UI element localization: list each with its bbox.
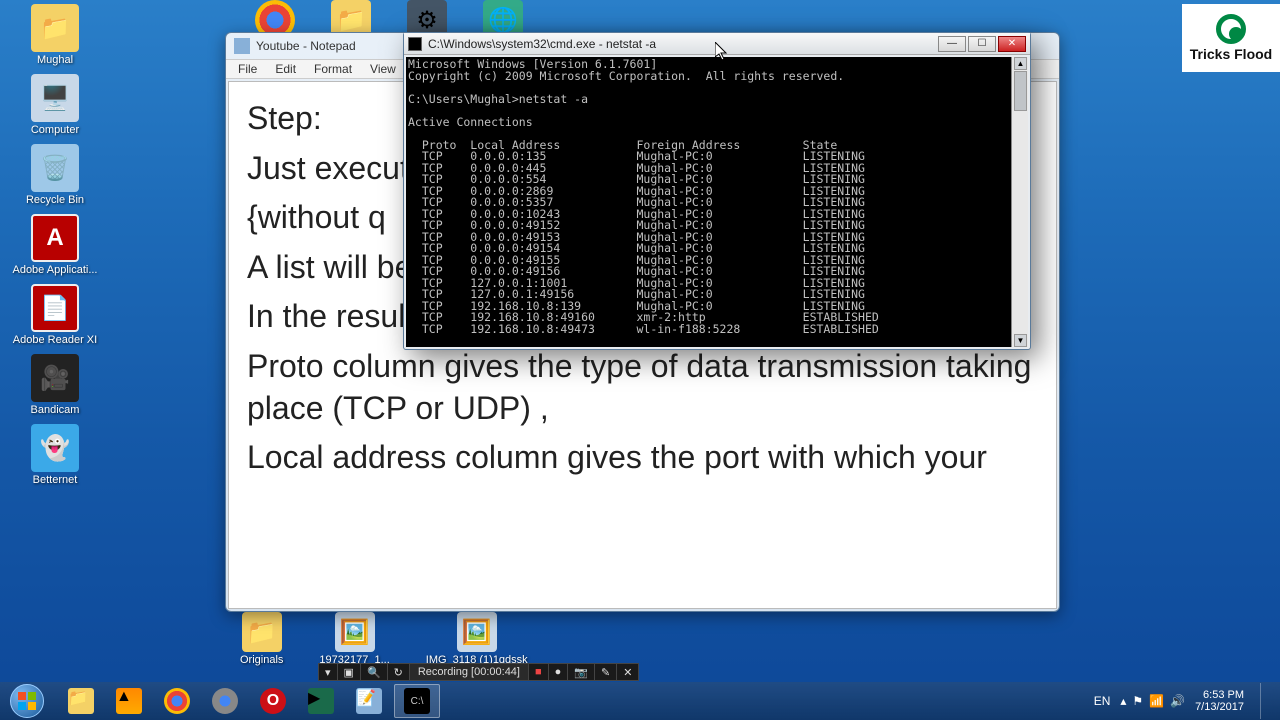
menu-file[interactable]: File: [230, 60, 265, 78]
taskbar-explorer[interactable]: 📁: [58, 684, 104, 718]
tray-action-center-icon[interactable]: ⚑: [1132, 694, 1143, 708]
cmd-title-text: C:\Windows\system32\cmd.exe - netstat -a: [428, 37, 938, 51]
taskbar-bandicam[interactable]: ▶: [298, 684, 344, 718]
logo-text: Tricks Flood: [1190, 46, 1272, 62]
scroll-down-icon[interactable]: ▼: [1014, 334, 1027, 347]
chrome-icon: [164, 688, 190, 714]
rec-stop-button[interactable]: ●: [549, 664, 569, 680]
show-desktop-button[interactable]: [1260, 683, 1270, 719]
image-icon: 🖼️: [457, 612, 497, 652]
desktop-icon-mughal[interactable]: 📁Mughal: [10, 4, 100, 66]
system-tray: EN ▴ ⚑ 📶 🔊 6:53 PM 7/13/2017: [1094, 683, 1280, 719]
notepad-icon: [234, 38, 250, 54]
bandicam-icon: 🎥: [31, 354, 79, 402]
logo-mark-icon: [1216, 14, 1246, 44]
notepad-icon: 📝: [356, 688, 382, 714]
taskbar-clock[interactable]: 6:53 PM 7/13/2017: [1195, 689, 1244, 713]
maximize-button[interactable]: ☐: [968, 36, 996, 52]
taskbar: 📁 ▲ O ▶ 📝 C:\ EN ▴ ⚑ 📶 🔊 6:53 PM 7/13/20…: [0, 682, 1280, 720]
close-button[interactable]: ✕: [998, 36, 1026, 52]
bandicam-rec-toolbar[interactable]: ▾ ▣ 🔍 ↻ Recording [00:00:44] ■ ● 📷 ✎ ✕: [318, 663, 639, 681]
adobe-icon: A: [31, 214, 79, 262]
scroll-thumb[interactable]: [1014, 71, 1027, 111]
notepad-title-text: Youtube - Notepad: [256, 39, 356, 53]
tray-volume-icon[interactable]: 🔊: [1170, 694, 1185, 708]
taskbar-vlc[interactable]: ▲: [106, 684, 152, 718]
cmd-window[interactable]: C:\Windows\system32\cmd.exe - netstat -a…: [403, 32, 1031, 350]
desktop-icon-image1[interactable]: 🖼️19732177_1...: [319, 612, 389, 666]
rec-fullscreen-button[interactable]: ▣: [338, 664, 361, 680]
cmd-output[interactable]: Microsoft Windows [Version 6.1.7601] Cop…: [406, 57, 1011, 347]
menu-edit[interactable]: Edit: [267, 60, 304, 78]
menu-view[interactable]: View: [362, 60, 404, 78]
desktop-icon-recycle-bin[interactable]: 🗑️Recycle Bin: [10, 144, 100, 206]
menu-format[interactable]: Format: [306, 60, 360, 78]
taskbar-cmd[interactable]: C:\: [394, 684, 440, 718]
explorer-icon: 📁: [68, 688, 94, 714]
cmd-scrollbar[interactable]: ▲ ▼: [1011, 57, 1028, 347]
scroll-up-icon[interactable]: ▲: [1014, 57, 1027, 70]
rec-close-button[interactable]: ✕: [617, 666, 638, 679]
pdf-icon: 📄: [31, 284, 79, 332]
rec-toggle-button[interactable]: ▾: [319, 664, 338, 680]
language-indicator[interactable]: EN: [1094, 694, 1111, 708]
rec-zoom-button[interactable]: 🔍: [361, 664, 388, 680]
tray-network-icon[interactable]: 📶: [1149, 694, 1164, 708]
opera-icon: O: [260, 688, 286, 714]
desktop-icon-image2[interactable]: 🖼️IMG_3118 (1)1qdssk: [426, 612, 528, 666]
rec-record-button[interactable]: ■: [529, 664, 549, 680]
minimize-button[interactable]: —: [938, 36, 966, 52]
desktop-icon-originals[interactable]: 📁Originals: [240, 612, 283, 666]
rec-camera-button[interactable]: 📷: [568, 664, 595, 680]
rec-draw-button[interactable]: ✎: [595, 664, 617, 680]
cmd-titlebar[interactable]: C:\Windows\system32\cmd.exe - netstat -a…: [404, 33, 1030, 55]
rec-status-text: Recording [00:00:44]: [410, 664, 529, 680]
bandicam-icon: ▶: [308, 688, 334, 714]
taskbar-opera[interactable]: O: [250, 684, 296, 718]
folder-icon: 📁: [242, 612, 282, 652]
cmd-icon: [408, 37, 422, 51]
taskbar-chrome2[interactable]: [202, 684, 248, 718]
image-icon: 🖼️: [335, 612, 375, 652]
computer-icon: 🖥️: [31, 74, 79, 122]
cmd-icon: C:\: [404, 688, 430, 714]
rec-refresh-button[interactable]: ↻: [388, 664, 410, 680]
recycle-bin-icon: 🗑️: [31, 144, 79, 192]
desktop-icons-bottom-row: 📁Originals 🖼️19732177_1... 🖼️IMG_3118 (1…: [240, 612, 528, 666]
vlc-icon: ▲: [116, 688, 142, 714]
desktop-icon-betternet[interactable]: 👻Betternet: [10, 424, 100, 486]
desktop-icons-column: 📁Mughal 🖥️Computer 🗑️Recycle Bin AAdobe …: [10, 0, 100, 486]
vpn-icon: 👻: [31, 424, 79, 472]
desktop-icon-computer[interactable]: 🖥️Computer: [10, 74, 100, 136]
taskbar-chrome[interactable]: [154, 684, 200, 718]
desktop-icon-bandicam[interactable]: 🎥Bandicam: [10, 354, 100, 416]
tricks-flood-logo: Tricks Flood: [1182, 4, 1280, 72]
desktop-icon-adobe-app[interactable]: AAdobe Applicati...: [10, 214, 100, 276]
taskbar-notepad[interactable]: 📝: [346, 684, 392, 718]
tray-up-icon[interactable]: ▴: [1120, 694, 1126, 708]
windows-logo-icon: [10, 684, 44, 718]
start-button[interactable]: [0, 682, 54, 720]
chrome-canary-icon: [212, 688, 238, 714]
desktop-icon-adobe-reader[interactable]: 📄Adobe Reader XI: [10, 284, 100, 346]
folder-icon: 📁: [31, 4, 79, 52]
